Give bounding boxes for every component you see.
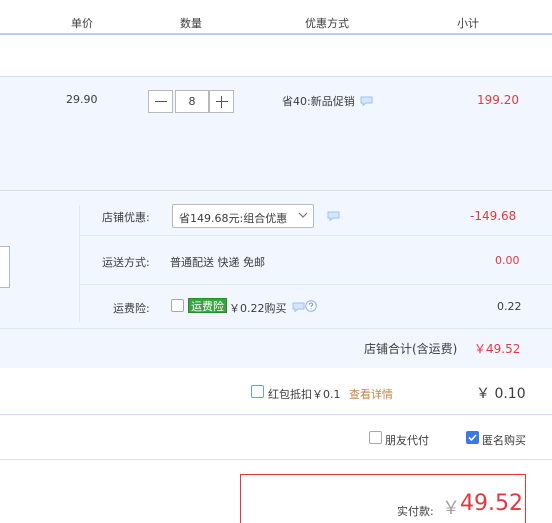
store-total-row xyxy=(0,330,552,368)
store-discount-select[interactable]: 省149.68元:组合优惠 xyxy=(172,204,314,228)
chat-icon[interactable] xyxy=(292,302,305,312)
anonymous-checkbox[interactable] xyxy=(466,431,479,444)
header-promo: 优惠方式 xyxy=(305,17,349,30)
header-subtotal: 小计 xyxy=(457,17,479,30)
redpacket-label: 红包抵扣￥0.1 xyxy=(268,388,341,401)
quantity-increase-button[interactable] xyxy=(209,90,234,113)
quantity-input[interactable]: 8 xyxy=(175,90,209,113)
insurance-badge: 运费险 xyxy=(188,298,227,313)
payment-label: 实付款: xyxy=(397,505,434,518)
chat-icon[interactable] xyxy=(327,211,340,221)
store-discount-label: 店铺优惠: xyxy=(102,211,150,224)
redpacket-checkbox[interactable] xyxy=(251,385,264,398)
insurance-label: 运费险: xyxy=(113,302,150,315)
quantity-decrease-button[interactable] xyxy=(148,90,173,113)
shipping-amount: 0.00 xyxy=(495,254,520,267)
store-discount-selected: 省149.68元:组合优惠 xyxy=(179,212,288,225)
store-total-value: ￥49.52 xyxy=(474,342,521,356)
chevron-down-icon xyxy=(298,212,308,218)
item-unit-price: 29.90 xyxy=(66,93,98,106)
friend-pay-label: 朋友代付 xyxy=(385,434,429,447)
shipping-label: 运送方式: xyxy=(102,256,150,269)
item-promo-text: 省40:新品促销 xyxy=(282,95,355,108)
payment-currency: ￥ xyxy=(442,498,460,519)
store-total-label: 店铺合计(含运费) xyxy=(364,342,458,356)
insurance-price: ￥0.22购买 xyxy=(229,302,287,315)
redpacket-details-link[interactable]: 查看详情 xyxy=(349,386,393,402)
anonymous-label: 匿名购买 xyxy=(482,434,526,447)
friend-pay-checkbox[interactable] xyxy=(369,431,382,444)
store-discount-amount: -149.68 xyxy=(470,209,517,223)
redpacket-amount: ￥ 0.10 xyxy=(476,386,526,402)
payment-amount: 49.52 xyxy=(460,491,523,516)
store-left-column xyxy=(0,205,80,322)
checkmark-icon xyxy=(468,434,477,442)
header-price: 单价 xyxy=(71,17,93,30)
payment-summary-box: 实付款: ￥ 49.52 xyxy=(240,474,526,523)
store-note-box[interactable] xyxy=(0,246,10,288)
insurance-amount: 0.22 xyxy=(497,300,522,313)
order-table-header: 单价 数量 优惠方式 小计 xyxy=(0,0,552,35)
item-subtotal: 199.20 xyxy=(477,93,519,107)
chat-icon[interactable] xyxy=(360,96,373,106)
header-quantity: 数量 xyxy=(180,17,202,30)
insurance-checkbox[interactable] xyxy=(171,299,184,312)
help-icon[interactable] xyxy=(305,300,317,312)
shipping-method: 普通配送 快递 免邮 xyxy=(170,256,265,269)
